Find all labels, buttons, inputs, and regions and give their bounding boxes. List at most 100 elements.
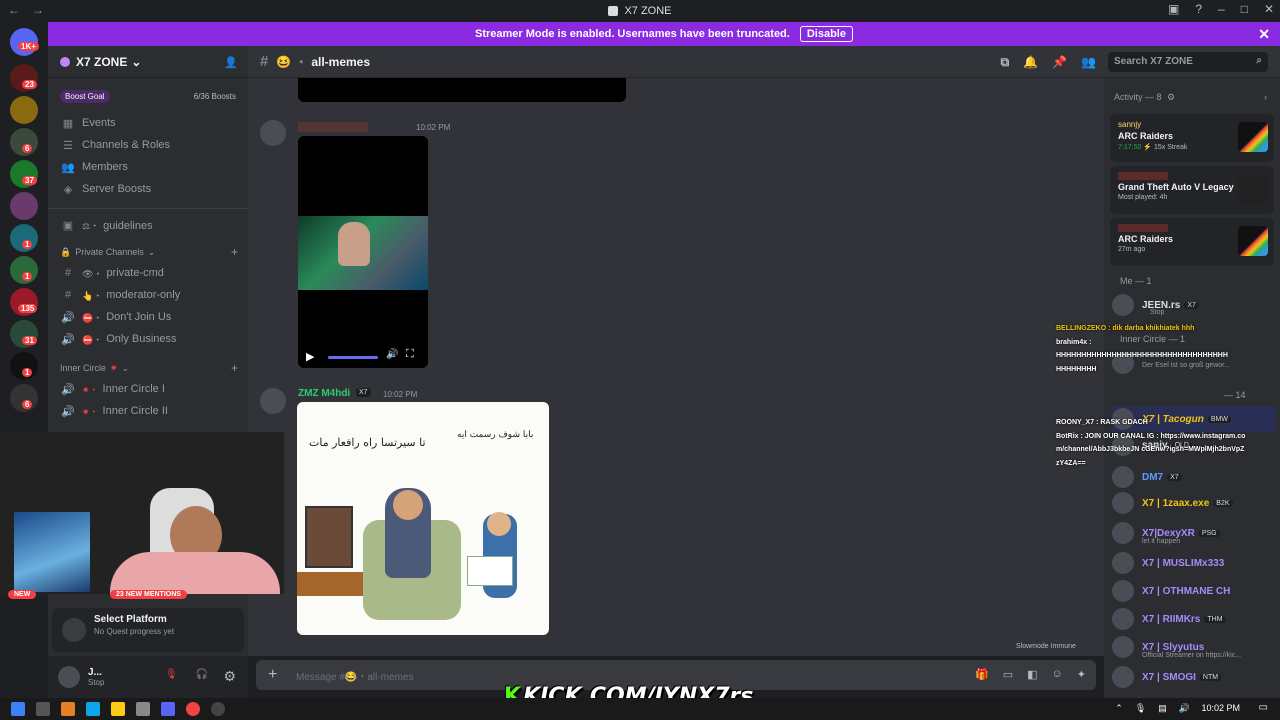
gear-icon[interactable]: ⚙	[223, 668, 236, 685]
guild-header[interactable]: X7 ZONE ⌄ 👤	[48, 46, 248, 78]
sidebar-item-server-boosts[interactable]: ◈ Server Boosts	[48, 178, 248, 200]
sidebar-item-members[interactable]: 👥 Members	[48, 156, 248, 178]
boost-label: Boost Goal	[60, 89, 110, 103]
channel-dont-join-us[interactable]: 🔊 ⛔・ Don't Join Us	[48, 306, 248, 328]
mic-icon[interactable]: 🎙	[1135, 703, 1146, 714]
chevron-right-icon: ›	[1264, 92, 1267, 102]
bell-icon[interactable]: 🔔	[1023, 55, 1038, 70]
apps-icon[interactable]: ✦	[1077, 668, 1086, 681]
network-icon[interactable]: ▤	[1158, 703, 1167, 714]
meme-image[interactable]: تا سیرتسا راه رافعار مات بابا شوف رسمت ا…	[297, 402, 549, 635]
sticker-icon[interactable]: ◧	[1027, 668, 1037, 681]
chrome-icon[interactable]	[186, 702, 200, 716]
channel-label: private-cmd	[106, 267, 164, 279]
game-art	[1238, 122, 1268, 152]
sidebar-item-events[interactable]: ▦ Events	[48, 112, 248, 134]
quest-card[interactable]: Select Platform No Quest progress yet	[52, 608, 244, 652]
avatar[interactable]	[260, 120, 286, 146]
fullscreen-icon[interactable]: ⛶	[406, 348, 414, 361]
stream-chat-overlay: BELLINGZEKO : dik darba khikhiatek hhh b…	[1056, 322, 1246, 470]
activity-card[interactable]: sannjy ARC Raiders 7:17:50 ⚡ 15x Streak	[1110, 114, 1274, 162]
activity-card[interactable]: Grand Theft Auto V Legacy Most played: 4…	[1110, 166, 1274, 214]
member-list-icon[interactable]: 👥	[1081, 55, 1096, 70]
server-icon[interactable]	[10, 96, 38, 124]
member-row[interactable]: X7|DexyXR PSG let it happen	[1112, 520, 1276, 546]
member-row[interactable]: X7 | OTHMANE CH	[1112, 578, 1276, 604]
member-row[interactable]: X7 | 1zaax.exe B2K	[1112, 490, 1276, 516]
minimize-icon[interactable]: –	[1218, 2, 1225, 16]
search-input[interactable]: Search X7 ZONE ⌕	[1108, 52, 1268, 72]
add-channel-icon[interactable]: +	[231, 245, 238, 259]
channel-moderator-only[interactable]: # 👆・ moderator-only	[48, 284, 248, 306]
back-arrow-icon[interactable]: ←	[8, 3, 20, 17]
boost-goal[interactable]: Boost Goal 6/36 Boosts	[56, 86, 240, 106]
volume-slider[interactable]	[328, 356, 378, 359]
avatar[interactable]	[260, 388, 286, 414]
mentions-pill[interactable]: 23 NEW MENTIONS	[110, 590, 187, 599]
member-name: X7 | RIIMKrs	[1142, 613, 1201, 625]
close-banner-icon[interactable]: ✕	[1258, 26, 1270, 43]
maximize-icon[interactable]: □	[1241, 2, 1248, 16]
activity-title: Activity — 8	[1114, 92, 1162, 102]
member-row[interactable]: X7 | MUSLIMx333	[1112, 550, 1276, 576]
category-private-channels[interactable]: 🔒 Private Channels ⌄ +	[48, 242, 248, 262]
forward-arrow-icon[interactable]: →	[32, 3, 44, 17]
app-icon[interactable]	[211, 702, 225, 716]
gift-icon[interactable]: 🎁	[975, 668, 989, 681]
add-attachment-icon[interactable]: +	[268, 666, 277, 684]
channel-guidelines[interactable]: ▣ ⚖・ guidelines	[48, 208, 248, 236]
message-author-hidden[interactable]	[298, 122, 368, 132]
edge-icon[interactable]	[86, 702, 100, 716]
search-icon[interactable]	[36, 702, 50, 716]
close-window-icon[interactable]: ✕	[1264, 2, 1274, 16]
notification-icon[interactable]: ▭	[1259, 702, 1268, 713]
invite-icon[interactable]: 👤	[224, 56, 238, 69]
pin-icon[interactable]: 📌	[1052, 55, 1067, 70]
inbox-icon[interactable]: ▣	[1168, 2, 1179, 16]
app-icon[interactable]	[136, 702, 150, 716]
emoji-icon: ⛔・	[82, 312, 103, 323]
avatar[interactable]	[58, 666, 80, 688]
folder-icon[interactable]	[111, 702, 125, 716]
discord-icon[interactable]	[161, 702, 175, 716]
video-embed[interactable]: ▶ 🔊 ⛶	[298, 136, 428, 368]
message-author[interactable]: ZMZ M4hdi	[298, 388, 350, 399]
sidebar-item-channels-roles[interactable]: ☰ Channels & Roles	[48, 134, 248, 156]
user-panel: J... Stop 🎙 🎧 ⚙	[48, 656, 248, 698]
member-row[interactable]: X7 | RIIMKrs THM	[1112, 606, 1276, 632]
window-title: X7 ZONE	[624, 5, 672, 17]
activity-card[interactable]: ARC Raiders 27m ago	[1110, 218, 1274, 266]
member-name: X7 | SMOGI	[1142, 671, 1196, 683]
mic-muted-icon[interactable]: 🎙	[165, 669, 178, 680]
headphones-muted-icon[interactable]: 🎧	[196, 669, 208, 680]
threads-icon[interactable]: ⧉	[1001, 55, 1010, 70]
taskbar-clock[interactable]: 10:02 PM	[1201, 703, 1240, 713]
chevron-up-icon[interactable]: ⌃	[1115, 703, 1123, 714]
add-channel-icon[interactable]: +	[231, 361, 238, 375]
emoji-icon[interactable]: ☺	[1052, 668, 1063, 681]
windows-start-icon[interactable]	[11, 702, 25, 716]
avatar	[1112, 552, 1134, 574]
app-icon[interactable]	[61, 702, 75, 716]
channel-only-business[interactable]: 🔊 ⛔・ Only Business	[48, 328, 248, 350]
chevron-down-icon: ⌄	[131, 54, 142, 69]
play-icon[interactable]: ▶	[306, 350, 314, 363]
channel-inner-circle-2[interactable]: 🔊 ✷・ Inner Circle II	[48, 400, 248, 422]
new-pill[interactable]: NEW	[8, 590, 37, 599]
server-icon[interactable]	[10, 192, 38, 220]
channel-inner-circle-1[interactable]: 🔊 ✷・ Inner Circle I	[48, 378, 248, 400]
volume-icon[interactable]: 🔊	[1179, 703, 1190, 714]
member-row[interactable]: X7 | Slyyutus Official Streamer on https…	[1112, 634, 1276, 660]
volume-icon[interactable]: 🔊	[386, 349, 398, 360]
disable-button[interactable]: Disable	[799, 26, 853, 42]
gif-icon[interactable]: ▭	[1003, 668, 1013, 681]
category-inner-circle[interactable]: Inner Circle ✷ ⌄ +	[48, 358, 248, 378]
banner-text: Streamer Mode is enabled. Usernames have…	[475, 28, 790, 40]
member-row[interactable]: X7 | SMOGI NTM	[1112, 664, 1276, 690]
activity-header[interactable]: Activity — 8 ⚙ ›	[1114, 92, 1267, 103]
previous-media[interactable]	[298, 78, 626, 102]
channel-private-cmd[interactable]: # 👁・ private-cmd	[48, 262, 248, 284]
help-icon[interactable]: ?	[1195, 2, 1202, 16]
activity-streak: 15x Streak	[1153, 144, 1188, 151]
member-row[interactable]: JEEN.rs X7 Stop	[1112, 292, 1276, 318]
